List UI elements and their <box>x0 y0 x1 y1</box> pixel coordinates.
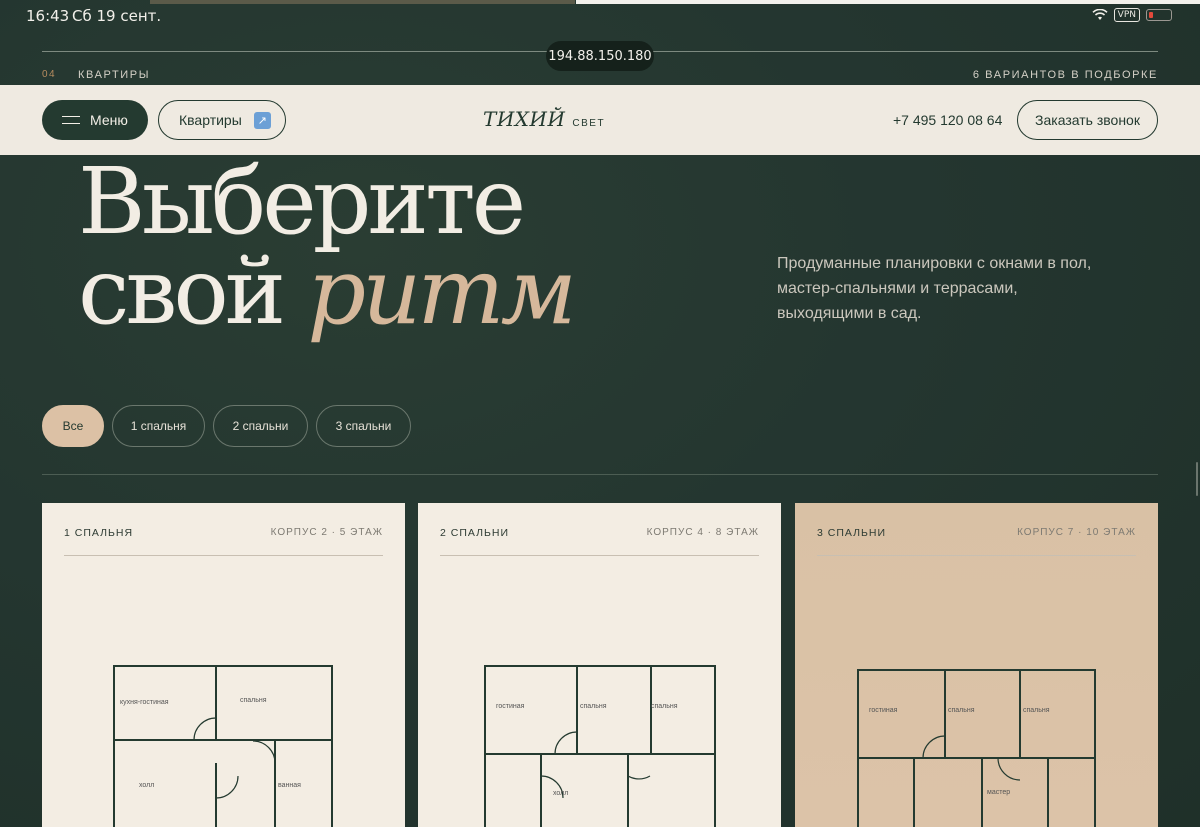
menu-button[interactable]: Меню <box>42 100 148 140</box>
room-label: ванная <box>278 782 301 789</box>
card-type: 2 СПАЛЬНИ <box>440 527 510 539</box>
status-date: Сб 19 сент. <box>72 7 162 25</box>
room-label: мастер <box>987 789 1010 796</box>
card-divider <box>817 555 1136 556</box>
card-meta: КОРПУС 4 · 8 ЭТАЖ <box>646 527 759 538</box>
status-icons: VPN <box>1092 8 1172 22</box>
card-type: 3 СПАЛЬНИ <box>817 527 887 539</box>
request-call-button[interactable]: Заказать звонок <box>1017 100 1158 140</box>
screen: 16:43 Сб 19 сент. VPN 04 КВАРТИРЫ 6 ВАРИ… <box>0 0 1200 827</box>
hero-title-line1: Выберите <box>78 148 526 255</box>
bedroom-filter-group: Все 1 спальня 2 спальни 3 спальни <box>42 405 411 447</box>
hero-description: Продуманные планировки с окнами в пол, м… <box>777 255 1092 322</box>
hamburger-icon <box>62 116 80 124</box>
top-edge-image <box>150 0 575 4</box>
scrollbar-thumb[interactable] <box>1196 462 1198 496</box>
logo-main-text: ТИХИЙ <box>483 107 566 131</box>
filter-all[interactable]: Все <box>42 405 104 447</box>
section-count: 6 ВАРИАНТОВ В ПОДБОРКЕ <box>972 69 1158 81</box>
status-time: 16:43 <box>26 7 70 25</box>
room-label: гостиная <box>496 703 525 710</box>
address-bar[interactable]: 194.88.150.180 <box>546 41 654 71</box>
card-divider <box>64 555 383 556</box>
room-label: холл <box>139 782 154 789</box>
room-label: спальня <box>651 703 678 710</box>
arrow-up-right-icon: ↗ <box>253 111 271 129</box>
top-edge-white <box>576 0 1200 4</box>
hero-title-plain: свой <box>78 238 308 345</box>
room-label: спальня <box>948 707 975 714</box>
wifi-icon <box>1092 9 1108 20</box>
logo[interactable]: ТИХИЙ СВЕТ <box>483 107 605 131</box>
card-type: 1 СПАЛЬНЯ <box>64 527 134 539</box>
navigation-bar: Меню Квартиры ↗ ТИХИЙ СВЕТ +7 495 120 08… <box>0 85 1200 155</box>
floor-plan-2: гостиная спальня спальня холл <box>484 665 716 827</box>
room-label: спальня <box>580 703 607 710</box>
apartments-button[interactable]: Квартиры ↗ <box>158 100 286 140</box>
status-bar: 16:43 Сб 19 сент. VPN <box>0 0 1200 32</box>
section-name: КВАРТИРЫ <box>78 69 151 81</box>
room-label: кухня-гостиная <box>120 699 169 706</box>
filter-1-bedroom[interactable]: 1 спальня <box>112 405 205 447</box>
battery-icon <box>1146 9 1172 21</box>
hero-title-line2: свой ритм <box>78 242 577 342</box>
apartments-button-label: Квартиры <box>179 112 242 128</box>
phone-link[interactable]: +7 495 120 08 64 <box>893 112 1002 128</box>
card-meta: КОРПУС 2 · 5 ЭТАЖ <box>270 527 383 538</box>
floor-plan-1: кухня-гостиная спальня холл ванная <box>113 665 333 827</box>
card-divider <box>440 555 759 556</box>
vpn-badge: VPN <box>1113 8 1140 22</box>
room-label: спальня <box>240 697 267 704</box>
apartment-card-3[interactable]: 3 СПАЛЬНИ КОРПУС 7 · 10 ЭТАЖ гостиная сп… <box>795 503 1158 827</box>
menu-button-label: Меню <box>90 112 128 128</box>
filter-2-bedrooms[interactable]: 2 спальни <box>213 405 308 447</box>
card-meta: КОРПУС 7 · 10 ЭТАЖ <box>1017 527 1136 538</box>
section-number: 04 <box>42 69 57 80</box>
apartment-card-1[interactable]: 1 СПАЛЬНЯ КОРПУС 2 · 5 ЭТАЖ кухня-гостин… <box>42 503 405 827</box>
room-label: гостиная <box>869 707 898 714</box>
hero-title-accent: ритм <box>307 238 577 345</box>
logo-sub-text: СВЕТ <box>572 118 606 129</box>
floor-plan-3: гостиная спальня спальня мастер <box>857 669 1096 827</box>
apartment-card-2[interactable]: 2 СПАЛЬНИ КОРПУС 4 · 8 ЭТАЖ гостиная спа… <box>418 503 781 827</box>
filters-divider <box>42 474 1158 475</box>
room-label: холл <box>553 790 568 797</box>
room-label: спальня <box>1023 707 1050 714</box>
filter-3-bedrooms[interactable]: 3 спальни <box>316 405 411 447</box>
